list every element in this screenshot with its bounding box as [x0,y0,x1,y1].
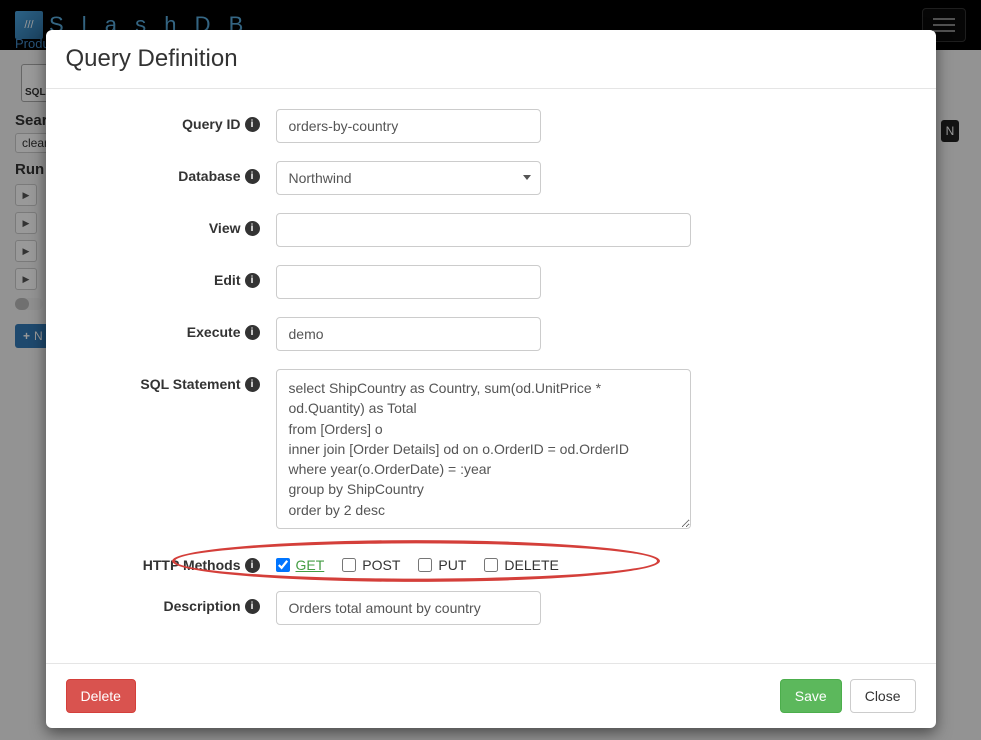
modal-header: Query Definition [46,30,936,89]
save-button[interactable]: Save [780,679,842,713]
row-sql: SQL Statement i [66,369,916,532]
info-icon[interactable]: i [245,221,260,236]
query-definition-modal: Query Definition Query ID i Database i N… [46,30,936,728]
http-delete-checkbox[interactable]: DELETE [484,557,558,573]
checkbox-post[interactable] [342,558,356,572]
checkbox-delete[interactable] [484,558,498,572]
view-input[interactable] [276,213,691,247]
label-edit: Edit [214,272,240,288]
info-icon[interactable]: i [245,377,260,392]
row-edit: Edit i [66,265,916,299]
label-database: Database [178,168,240,184]
row-execute: Execute i [66,317,916,351]
close-button[interactable]: Close [850,679,916,713]
http-post-checkbox[interactable]: POST [342,557,400,573]
http-put-label: PUT [438,557,466,573]
row-description: Description i [66,591,916,625]
info-icon[interactable]: i [245,169,260,184]
label-query-id: Query ID [182,116,240,132]
query-id-input[interactable] [276,109,541,143]
edit-input[interactable] [276,265,541,299]
database-select[interactable]: Northwind [276,161,541,195]
row-query-id: Query ID i [66,109,916,143]
info-icon[interactable]: i [245,273,260,288]
info-icon[interactable]: i [245,599,260,614]
label-view: View [209,220,241,236]
label-http-methods: HTTP Methods [143,557,241,573]
http-get-label: GET [296,557,325,573]
http-post-label: POST [362,557,400,573]
modal-title: Query Definition [66,45,916,73]
checkbox-put[interactable] [418,558,432,572]
sql-textarea[interactable] [276,369,691,529]
row-view: View i [66,213,916,247]
modal-body: Query ID i Database i Northwind View [46,89,936,663]
http-delete-label: DELETE [504,557,558,573]
execute-input[interactable] [276,317,541,351]
info-icon[interactable]: i [245,325,260,340]
http-put-checkbox[interactable]: PUT [418,557,466,573]
delete-button[interactable]: Delete [66,679,136,713]
modal-footer: Delete Save Close [46,663,936,728]
label-sql: SQL Statement [140,376,240,392]
label-description: Description [163,598,240,614]
description-input[interactable] [276,591,541,625]
http-get-checkbox[interactable]: GET [276,557,325,573]
checkbox-get[interactable] [276,558,290,572]
row-http-methods: HTTP Methods i GET POST PUT DEL [66,550,916,573]
info-icon[interactable]: i [245,117,260,132]
label-execute: Execute [187,324,241,340]
row-database: Database i Northwind [66,161,916,195]
info-icon[interactable]: i [245,558,260,573]
